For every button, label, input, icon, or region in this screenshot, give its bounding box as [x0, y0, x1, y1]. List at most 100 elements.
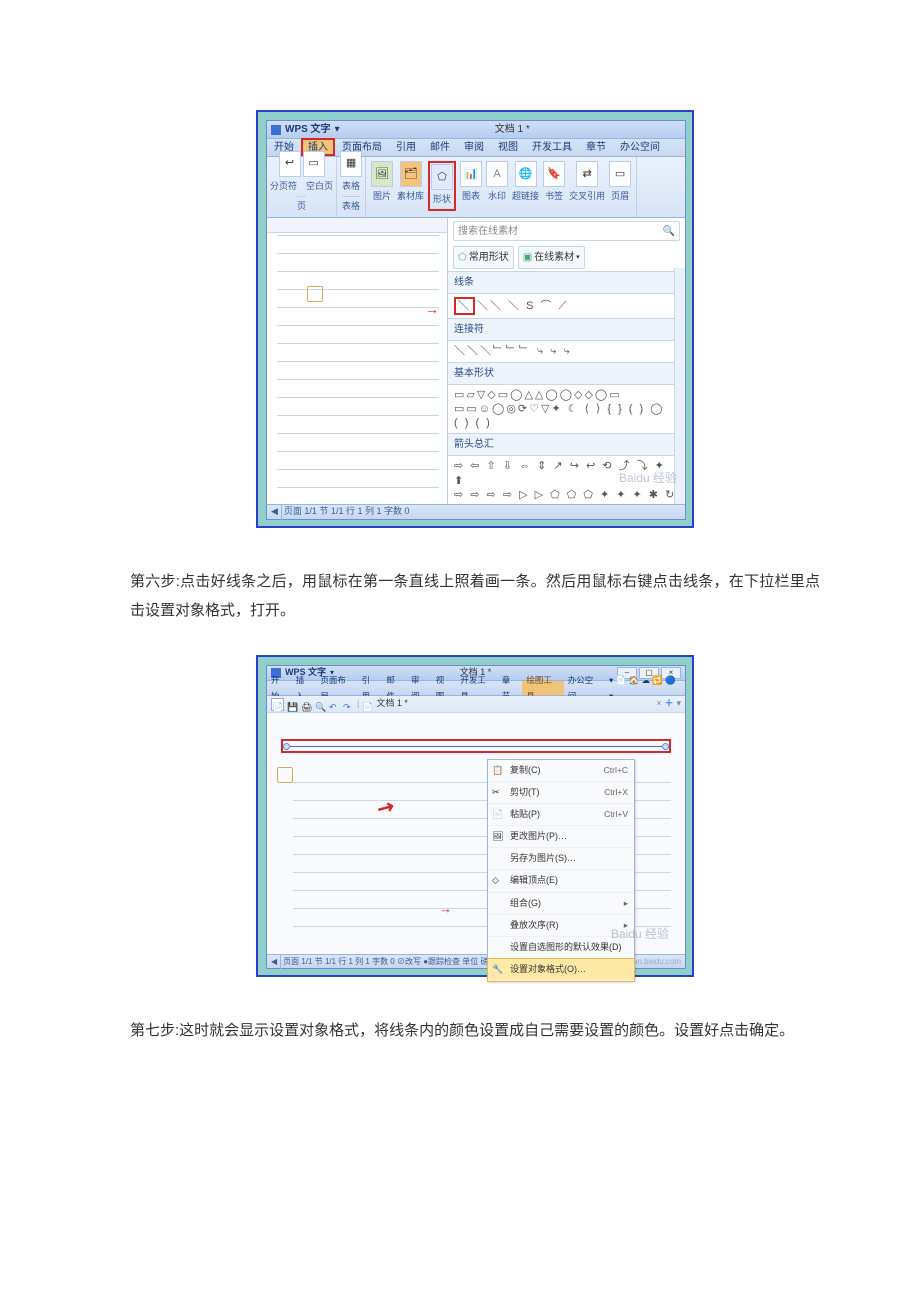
ribbon-label: 表格 [342, 178, 360, 195]
tab-start[interactable]: 开始 [267, 681, 292, 695]
header-icon[interactable]: ▭ [609, 161, 631, 187]
hyperlink-icon[interactable]: 🌐 [515, 161, 537, 187]
new-icon[interactable]: 📄 [271, 698, 284, 711]
ctx-paste[interactable]: 📄粘贴(P)Ctrl+V [488, 804, 634, 826]
page-seal-icon [307, 286, 323, 302]
common-shapes-button[interactable]: ⬠常用形状 [453, 246, 514, 269]
page-seal-icon [277, 767, 293, 783]
shape-row-basic[interactable]: ▭▱▽◇▭◯△△◯◯◇◇◯▭ ▭▭☺◯◎⟳♡▽✦ ☾ ⟨ ⟩ { } ( ) ◯… [448, 385, 685, 434]
tab-references[interactable]: 引用 [358, 681, 383, 695]
document-title: 文档 1 * [344, 120, 681, 139]
tab-insert[interactable]: 插入 [292, 681, 317, 695]
undo-icon[interactable]: ↶ [329, 699, 340, 710]
search-input[interactable]: 搜索在线素材 🔍 [453, 221, 680, 241]
figure-1-wps-insert-shapes: WPS 文字 ▾ 文档 1 * 开始 插入 页面布局 引用 邮件 审阅 视图 开… [256, 110, 694, 528]
tab-mail[interactable]: 邮件 [423, 139, 457, 156]
ribbon-tabs: 开始 插入 页面布局 引用 邮件 审阅 视图 开发工具 章节 绘图工具 办公空间… [267, 681, 685, 696]
cut-icon: ✂ [492, 784, 504, 796]
doc-icon[interactable]: 📄 [362, 699, 373, 710]
step-6-paragraph: 第六步:点击好线条之后，用鼠标在第一条直线上照着画一条。然后用鼠标右键点击线条，… [130, 568, 820, 625]
ctx-format-object[interactable]: 🔧设置对象格式(O)… [488, 959, 634, 981]
shape-row-connectors[interactable]: ＼＼＼﹂﹂﹂ ⤷ ⤷ ⤷ [448, 341, 685, 361]
library-icon[interactable]: 🗂 [400, 161, 422, 187]
preview-icon[interactable]: 🔍 [315, 699, 326, 710]
app-name: WPS 文字 [285, 120, 331, 139]
scrollbar[interactable] [674, 268, 685, 504]
tab-review[interactable]: 审阅 [407, 681, 432, 695]
tab-mail[interactable]: 邮件 [382, 681, 407, 695]
copy-icon: 📋 [492, 762, 504, 774]
save-icon[interactable]: 💾 [287, 699, 298, 710]
tab-close-icon[interactable]: × [656, 695, 661, 712]
tab-office-space[interactable]: 办公空间 [613, 139, 667, 156]
tab-office-space[interactable]: 办公空间 [564, 681, 605, 695]
ctx-change-pic[interactable]: 🖼更改图片(P)… [488, 826, 634, 848]
shape-row-arrows[interactable]: ⇨ ⇦ ⇧ ⇩ ⇔ ⇕ ↗ ↪ ↩ ⟲ ⤴ ⤵ ✦ ⬆ ⇨ ⇨ ⇨ ⇨ ▷ ▷ … [448, 456, 685, 504]
tab-dev-tools[interactable]: 开发工具 [456, 681, 497, 695]
image-icon: 🖼 [492, 828, 504, 840]
tab-drawing-tools[interactable]: 绘图工具 [522, 681, 563, 695]
ribbon-label: 空白页 [306, 178, 333, 195]
paste-icon: 📄 [492, 806, 504, 818]
bookmark-icon[interactable]: 🔖 [543, 161, 565, 187]
ctx-copy[interactable]: 📋复制(C)Ctrl+C [488, 760, 634, 782]
ribbon-group-label: 表格 [342, 196, 360, 215]
tab-page-layout[interactable]: 页面布局 [316, 681, 357, 695]
line-tool-highlight[interactable]: ＼ [454, 297, 475, 315]
category-lines: 线条 [448, 271, 685, 294]
tab-view[interactable]: 视图 [432, 681, 457, 695]
ribbon-group-page: ↩ ▭ 分页符 空白页 页 [267, 157, 337, 217]
crossref-icon[interactable]: ⇄ [576, 161, 598, 187]
ruler [267, 218, 447, 233]
tab-review[interactable]: 审阅 [457, 139, 491, 156]
tab-chapter[interactable]: 章节 [498, 681, 523, 695]
search-placeholder: 搜索在线素材 [458, 222, 518, 241]
watermark-icon[interactable]: A [486, 161, 508, 187]
qat-doc-name: 文档 1 * [376, 695, 408, 712]
tab-dev-tools[interactable]: 开发工具 [525, 139, 579, 156]
ctx-group[interactable]: 组合(G)▸ [488, 893, 634, 915]
chart-icon[interactable]: 📊 [460, 161, 482, 187]
sync-icons[interactable]: ▾ 📄 🏠 ☁ 🔁 🔵 ▾ [605, 681, 685, 695]
shape-row-lines[interactable]: ＼＼＼ ＼ S ⌒ ⟋ [448, 294, 685, 318]
search-icon: 🔍 [663, 222, 675, 241]
context-menu: 📋复制(C)Ctrl+C ✂剪切(T)Ctrl+X 📄粘贴(P)Ctrl+V 🖼… [487, 759, 635, 982]
ctx-cut[interactable]: ✂剪切(T)Ctrl+X [488, 782, 634, 804]
shapes-icon[interactable]: ⬠ [431, 164, 453, 190]
tab-references[interactable]: 引用 [389, 139, 423, 156]
title-bar: WPS 文字 ▾ 文档 1 * [267, 121, 685, 139]
ribbon-group-illust: 🖼 图片 🗂 素材库 ⬠ 形状 📊 图表 [366, 157, 637, 217]
ribbon-tabs: 开始 插入 页面布局 引用 邮件 审阅 视图 开发工具 章节 办公空间 [267, 139, 685, 157]
document-area: ↗ → 📋复制(C)Ctrl+C ✂剪切(T)Ctrl+X 📄粘贴(P)Ctrl… [267, 713, 685, 954]
status-bar: ◀ 页面 1/1 节 1/1 行 1 列 1 字数 0 [267, 504, 685, 519]
ribbon-group-label: 页 [297, 196, 306, 215]
category-arrows: 箭头总汇 [448, 433, 685, 456]
format-icon: 🔧 [492, 961, 504, 973]
document-pane: ↗ ↗ → [267, 218, 448, 504]
tab-chapter[interactable]: 章节 [579, 139, 613, 156]
step-7-paragraph: 第七步:这时就会显示设置对象格式，将线条内的颜色设置成自己需要设置的颜色。设置好… [130, 1017, 820, 1046]
ribbon-group-table: ▦ 表格 表格 [337, 157, 366, 217]
picture-icon[interactable]: 🖼 [371, 161, 393, 187]
ctx-edit-points[interactable]: ◇编辑顶点(E) [488, 870, 634, 892]
annotation-arrow-icon: → [425, 296, 439, 323]
ribbon: ↩ ▭ 分页符 空白页 页 ▦ 表格 表格 [267, 157, 685, 218]
annotation-arrow-icon: → [439, 897, 452, 922]
chevron-right-icon: ▸ [624, 895, 628, 912]
edit-points-icon: ◇ [492, 872, 504, 884]
online-assets-button[interactable]: ▣在线素材▾ [518, 246, 585, 269]
drawn-line-object[interactable] [281, 739, 671, 753]
baidu-watermark: Baidu 经验 [611, 923, 669, 946]
wps-window-2: WPS 文字 ▾ 文档 1 * – ▢ × 开始 插入 页面布局 引用 邮件 审… [266, 665, 686, 969]
figure-2-context-menu: WPS 文字 ▾ 文档 1 * – ▢ × 开始 插入 页面布局 引用 邮件 审… [256, 655, 694, 977]
print-icon[interactable]: 🖨 [301, 699, 312, 710]
page-break-icon[interactable]: ↩ [279, 151, 301, 177]
tab-view[interactable]: 视图 [491, 139, 525, 156]
status-text: 页面 1/1 节 1/1 行 1 列 1 字数 0 ⊘改写 ●跟踪检查 单位 磅 [283, 954, 488, 969]
ctx-save-as-pic[interactable]: 另存为图片(S)… [488, 848, 634, 870]
redo-icon[interactable]: ↷ [343, 699, 354, 710]
blank-page-icon[interactable]: ▭ [303, 151, 325, 177]
table-icon[interactable]: ▦ [340, 151, 362, 177]
tab-add-icon[interactable]: ＋ [664, 695, 673, 712]
category-connectors: 连接符 [448, 318, 685, 341]
